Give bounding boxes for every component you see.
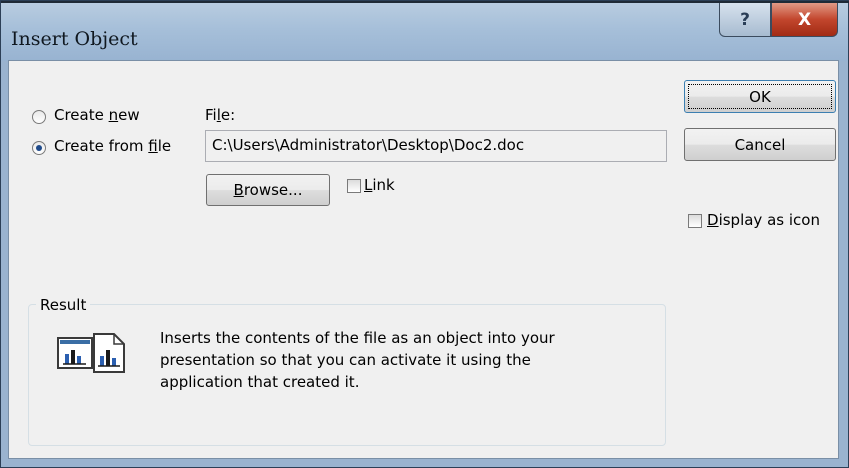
file-label: File: (205, 106, 236, 124)
result-description: Inserts the contents of the file as an o… (160, 329, 555, 391)
link-checkbox[interactable] (347, 179, 361, 193)
file-path-field[interactable]: C:\Users\Administrator\Desktop\Doc2.doc (205, 130, 667, 162)
ok-button[interactable]: OK (684, 80, 836, 113)
embedded-file-chart-icon (56, 330, 130, 378)
create-from-file-radio[interactable] (32, 141, 46, 155)
link-label[interactable]: Link (364, 176, 395, 194)
window-title: Insert Object (11, 28, 138, 50)
result-legend: Result (36, 296, 91, 314)
display-as-icon-checkbox[interactable] (688, 214, 702, 228)
cancel-button[interactable]: Cancel (684, 128, 836, 161)
help-button[interactable]: ? (719, 3, 771, 37)
close-icon: X (797, 9, 812, 30)
create-new-radio[interactable] (32, 110, 46, 124)
create-from-file-label[interactable]: Create from file (54, 137, 171, 155)
help-icon: ? (740, 9, 750, 30)
title-bar: Insert Object ? X (1, 3, 848, 61)
ok-focus-ring (688, 84, 832, 109)
close-button[interactable]: X (771, 3, 838, 37)
display-as-icon-label[interactable]: Display as icon (707, 211, 820, 229)
create-new-label[interactable]: Create new (54, 106, 140, 124)
browse-button[interactable]: Browse... (206, 174, 330, 206)
